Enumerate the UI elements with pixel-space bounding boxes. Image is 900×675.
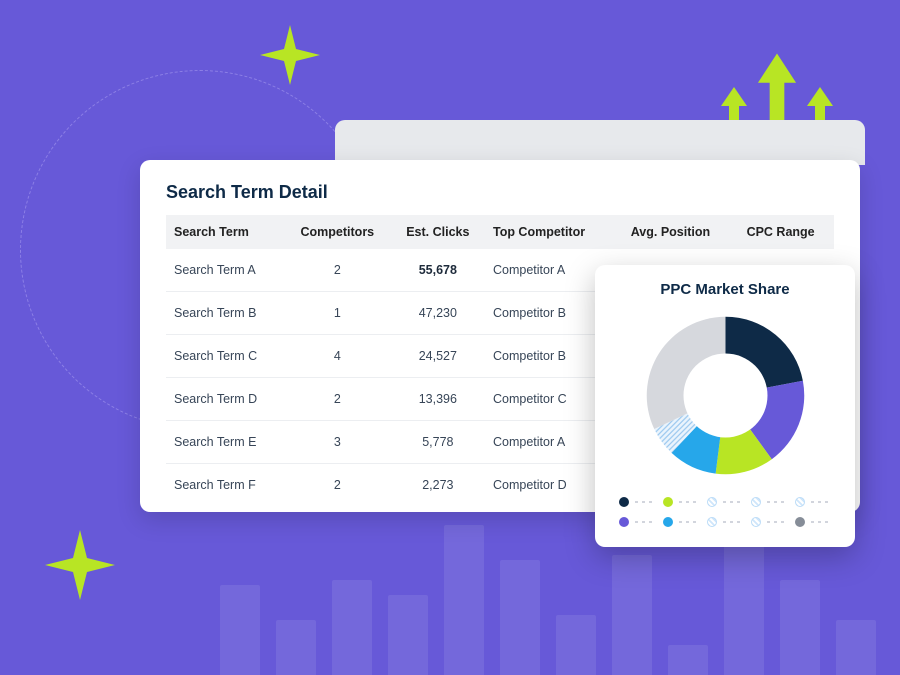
cell-competitors: 3	[284, 421, 391, 464]
cell-competitors: 2	[284, 378, 391, 421]
cell-clicks: 5,778	[391, 421, 485, 464]
donut-chart	[611, 308, 839, 483]
cell-term: Search Term F	[166, 464, 284, 507]
table-header-row: Search Term Competitors Est. Clicks Top …	[166, 215, 834, 249]
legend-item[interactable]	[663, 497, 699, 507]
cell-competitors: 1	[284, 292, 391, 335]
cell-term: Search Term D	[166, 378, 284, 421]
card-title: Search Term Detail	[166, 182, 834, 203]
sparkle-icon	[45, 530, 115, 600]
cell-competitors: 4	[284, 335, 391, 378]
cell-clicks: 55,678	[391, 249, 485, 292]
col-avg-position[interactable]: Avg. Position	[614, 215, 728, 249]
cell-competitors: 2	[284, 249, 391, 292]
col-competitors[interactable]: Competitors	[284, 215, 391, 249]
legend-item[interactable]	[619, 497, 655, 507]
cell-competitors: 2	[284, 464, 391, 507]
cell-clicks: 2,273	[391, 464, 485, 507]
col-search-term[interactable]: Search Term	[166, 215, 284, 249]
cell-clicks: 13,396	[391, 378, 485, 421]
legend-item[interactable]	[619, 517, 655, 527]
legend-item[interactable]	[795, 517, 831, 527]
col-cpc-range[interactable]: CPC Range	[727, 215, 834, 249]
cell-clicks: 24,527	[391, 335, 485, 378]
sparkle-icon	[260, 25, 320, 85]
chart-legend	[611, 497, 839, 527]
back-panel	[335, 120, 865, 165]
legend-item[interactable]	[707, 517, 743, 527]
legend-item[interactable]	[663, 517, 699, 527]
legend-item[interactable]	[707, 497, 743, 507]
legend-item[interactable]	[751, 517, 787, 527]
cell-term: Search Term E	[166, 421, 284, 464]
cell-term: Search Term C	[166, 335, 284, 378]
col-top-competitor[interactable]: Top Competitor	[485, 215, 614, 249]
cell-clicks: 47,230	[391, 292, 485, 335]
legend-item[interactable]	[795, 497, 831, 507]
col-est-clicks[interactable]: Est. Clicks	[391, 215, 485, 249]
legend-item[interactable]	[751, 497, 787, 507]
cell-term: Search Term B	[166, 292, 284, 335]
cell-term: Search Term A	[166, 249, 284, 292]
ppc-market-share-card: PPC Market Share	[595, 265, 855, 547]
chart-title: PPC Market Share	[611, 281, 839, 298]
